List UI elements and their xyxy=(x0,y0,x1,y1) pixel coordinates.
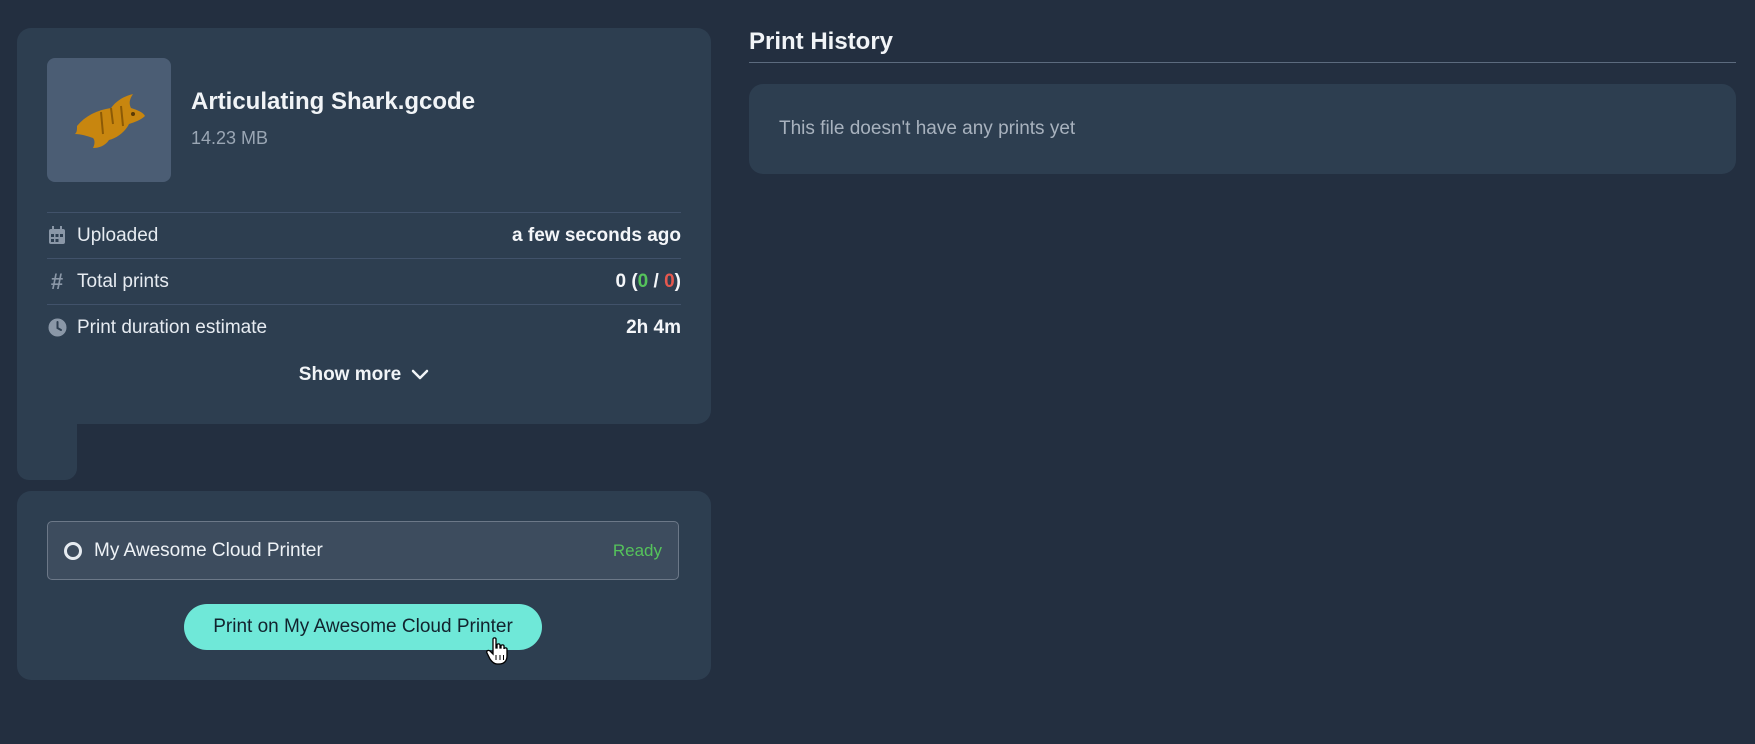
total-prints-value: 0 (0 / 0) xyxy=(615,270,681,292)
uploaded-label: Uploaded xyxy=(77,224,159,246)
file-info-card: Articulating Shark.gcode 14.23 MB Upload… xyxy=(17,28,711,424)
history-divider xyxy=(749,62,1736,63)
printer-status: Ready xyxy=(612,540,662,560)
empty-history-message: This file doesn't have any prints yet xyxy=(779,118,1076,139)
file-name: Articulating Shark.gcode xyxy=(191,88,476,115)
card-tail-decoration xyxy=(17,410,77,480)
clock-icon xyxy=(47,318,67,338)
successful-prints-count: 0 xyxy=(637,270,649,292)
calendar-icon xyxy=(47,226,67,246)
duration-row: Print duration estimate 2h 4m xyxy=(47,304,681,350)
file-thumbnail xyxy=(47,58,171,182)
uploaded-value: a few seconds ago xyxy=(512,224,681,246)
printer-radio-icon[interactable] xyxy=(64,541,82,560)
printer-name: My Awesome Cloud Printer xyxy=(94,539,323,561)
file-size: 14.23 MB xyxy=(191,128,269,148)
hash-icon: # xyxy=(50,268,64,294)
print-history-empty-state: This file doesn't have any prints yet xyxy=(749,84,1736,174)
total-prints-label: Total prints xyxy=(77,270,169,292)
failed-prints-count: 0 xyxy=(664,270,675,292)
shark-model-icon xyxy=(75,94,145,148)
hand-cursor-icon xyxy=(486,637,508,665)
total-prints-count: 0 xyxy=(615,270,627,292)
uploaded-row: Uploaded a few seconds ago xyxy=(47,212,681,258)
duration-label: Print duration estimate xyxy=(77,316,268,338)
printer-option[interactable]: My Awesome Cloud Printer Ready xyxy=(47,521,679,580)
show-more-label: Show more xyxy=(298,364,402,385)
total-prints-row: # Total prints 0 (0 / 0) xyxy=(47,258,681,304)
file-details-list: Uploaded a few seconds ago # Total print… xyxy=(47,212,681,350)
show-more-toggle[interactable]: Show more xyxy=(17,364,711,386)
duration-value: 2h 4m xyxy=(626,316,681,338)
printer-selection-card: My Awesome Cloud Printer Ready Print on … xyxy=(17,491,711,680)
print-history-title: Print History xyxy=(749,28,894,55)
chevron-down-icon xyxy=(411,369,429,380)
